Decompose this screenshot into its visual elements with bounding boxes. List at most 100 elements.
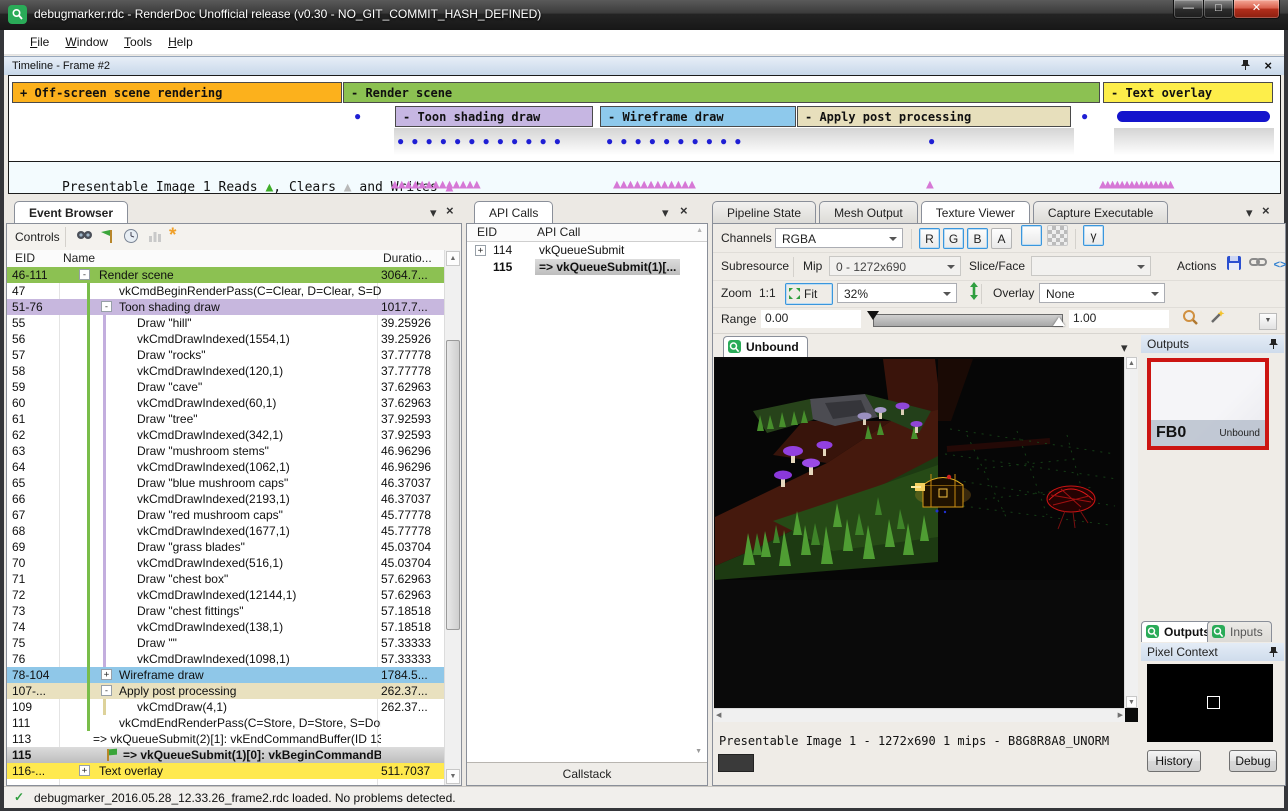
- callstack-label[interactable]: Callstack: [467, 762, 707, 785]
- zoom-range-icon[interactable]: [1179, 309, 1201, 330]
- panel-menu-icon[interactable]: ▾: [1246, 206, 1253, 220]
- scroll-left-icon[interactable]: ◀: [716, 711, 721, 719]
- channel-toggle-button[interactable]: A: [991, 228, 1012, 249]
- menu-item[interactable]: Tools: [116, 34, 160, 50]
- colorwheel-button[interactable]: [1021, 225, 1042, 246]
- timeline-bar-render-scene[interactable]: - Render scene: [343, 82, 1100, 103]
- preview-menu-icon[interactable]: ▾: [1121, 341, 1128, 355]
- zoom-value-dropdown[interactable]: 32%: [837, 283, 957, 303]
- api-call-row[interactable]: + 114 vkQueueSubmit: [467, 242, 707, 259]
- api-calls-column-header[interactable]: EID API Call ▲: [467, 224, 707, 242]
- gamma-button[interactable]: γ: [1083, 225, 1104, 246]
- panel-tab[interactable]: Capture Executable: [1033, 201, 1168, 224]
- event-row[interactable]: 74 vkCmdDrawIndexed(138,1) 57.18518: [7, 619, 445, 635]
- range-max-input[interactable]: 1.00: [1069, 310, 1169, 328]
- close-panel-icon[interactable]: ×: [1264, 58, 1272, 73]
- scroll-up-icon[interactable]: ▲: [696, 227, 703, 234]
- event-row[interactable]: 69 Draw "grass blades" 45.03704: [7, 539, 445, 555]
- event-row[interactable]: 64 vkCmdDrawIndexed(1062,1) 46.96296: [7, 459, 445, 475]
- panel-tab[interactable]: Mesh Output: [819, 201, 918, 224]
- event-row[interactable]: 47 vkCmdBeginRenderPass(C=Clear, D=Clear…: [7, 283, 445, 299]
- event-row[interactable]: 75 Draw "" 57.33333: [7, 635, 445, 651]
- scroll-up-icon[interactable]: ▲: [1126, 357, 1137, 369]
- jump-to-event-flag-icon[interactable]: [99, 228, 115, 247]
- event-row[interactable]: 61 Draw "tree" 37.92593: [7, 411, 445, 427]
- fit-button[interactable]: Fit: [785, 283, 833, 305]
- expand-toggle-icon[interactable]: +: [475, 245, 486, 256]
- scroll-down-icon[interactable]: ▼: [695, 748, 702, 755]
- alpha-checker-button[interactable]: [1047, 225, 1068, 246]
- event-row[interactable]: 107-... - Apply post processing 262.37..…: [7, 683, 445, 699]
- sliceface-dropdown[interactable]: [1031, 256, 1151, 276]
- minimize-button[interactable]: —: [1173, 0, 1204, 19]
- zoom-1to1-button[interactable]: 1:1: [759, 286, 776, 300]
- timeline-bar-wireframe[interactable]: - Wireframe draw: [600, 106, 796, 127]
- panel-close-icon[interactable]: ×: [1262, 204, 1270, 218]
- event-row[interactable]: 55 Draw "hill" 39.25926: [7, 315, 445, 331]
- event-row[interactable]: 71 Draw "chest box" 57.62963: [7, 571, 445, 587]
- tab-inputs[interactable]: Inputs: [1207, 621, 1272, 642]
- mip-dropdown[interactable]: 0 - 1272x690: [829, 256, 961, 276]
- event-row[interactable]: 59 Draw "cave" 37.62963: [7, 379, 445, 395]
- menu-item[interactable]: Window: [57, 34, 116, 50]
- event-row[interactable]: 60 vkCmdDrawIndexed(60,1) 37.62963: [7, 395, 445, 411]
- history-button[interactable]: History: [1147, 750, 1201, 772]
- channels-dropdown[interactable]: RGBA: [775, 228, 903, 248]
- pin-icon[interactable]: [1269, 646, 1278, 661]
- fb0-thumbnail[interactable]: FB0 Unbound: [1147, 358, 1269, 450]
- pixel-context-view[interactable]: [1147, 664, 1273, 742]
- event-row[interactable]: 111 vkCmdEndRenderPass(C=Store, D=Store,…: [7, 715, 445, 731]
- event-row[interactable]: 113 => vkQueueSubmit(2)[1]: vkEndCommand…: [7, 731, 445, 747]
- save-icon[interactable]: [1223, 255, 1245, 276]
- scroll-right-icon[interactable]: ▶: [1118, 711, 1123, 719]
- range-slider[interactable]: [873, 314, 1063, 327]
- find-icon[interactable]: [75, 228, 93, 247]
- range-black-point-handle[interactable]: [867, 311, 879, 320]
- autofit-wand-icon[interactable]: [1205, 309, 1227, 330]
- tab-api-calls[interactable]: API Calls: [474, 201, 553, 224]
- link-icon[interactable]: [1247, 255, 1269, 276]
- bookmark-star-icon[interactable]: *: [169, 225, 176, 247]
- overlay-dropdown[interactable]: None: [1039, 283, 1165, 303]
- event-row[interactable]: 46-111 - Render scene 3064.7...: [7, 267, 445, 283]
- panel-tab[interactable]: Pipeline State: [712, 201, 816, 224]
- event-row[interactable]: 66 vkCmdDrawIndexed(2193,1) 46.37037: [7, 491, 445, 507]
- event-row[interactable]: 70 vkCmdDrawIndexed(516,1) 45.03704: [7, 555, 445, 571]
- viewer-vscrollbar[interactable]: ▲ ▼: [1124, 357, 1138, 708]
- channel-toggle-button[interactable]: B: [967, 228, 988, 249]
- event-row[interactable]: 115 => vkQueueSubmit(1)[0]: vkBeginComma…: [7, 747, 445, 763]
- channel-toggle-button[interactable]: R: [919, 228, 940, 249]
- event-row[interactable]: 67 Draw "red mushroom caps" 45.77778: [7, 507, 445, 523]
- channel-toggle-button[interactable]: G: [943, 228, 964, 249]
- texture-display-area[interactable]: ▲ ▼ ◀ ▶: [714, 357, 1138, 722]
- open-code-icon[interactable]: <>: [1269, 255, 1288, 276]
- close-button[interactable]: ✕: [1233, 0, 1280, 19]
- controls-label[interactable]: Controls: [15, 230, 60, 244]
- event-browser-scrollbar[interactable]: ▲ ▼: [444, 250, 461, 785]
- event-browser-column-header[interactable]: EID Name Duratio...: [7, 250, 445, 268]
- panel-menu-icon[interactable]: ▾: [662, 206, 669, 220]
- panel-menu-icon[interactable]: ▾: [430, 206, 437, 220]
- menu-item[interactable]: Help: [160, 34, 201, 50]
- event-row[interactable]: 109 vkCmdDraw(4,1) 262.37...: [7, 699, 445, 715]
- event-row[interactable]: 72 vkCmdDrawIndexed(12144,1) 57.62963: [7, 587, 445, 603]
- scroll-down-icon[interactable]: ▼: [446, 769, 460, 784]
- menu-item[interactable]: File: [22, 34, 57, 50]
- viewer-hscrollbar[interactable]: ◀ ▶: [714, 708, 1125, 722]
- tab-unbound-texture[interactable]: Unbound: [723, 336, 808, 357]
- event-row[interactable]: 78-104 + Wireframe draw 1784.5...: [7, 667, 445, 683]
- timeline-bar-text-overlay[interactable]: - Text overlay: [1103, 82, 1273, 103]
- scroll-up-icon[interactable]: ▲: [446, 251, 460, 266]
- timeline-bar-postproc[interactable]: - Apply post processing: [797, 106, 1071, 127]
- event-row[interactable]: 116-... + Text overlay 511.7037: [7, 763, 445, 779]
- pin-icon[interactable]: [1269, 338, 1278, 353]
- timeline-bar-toon[interactable]: - Toon shading draw: [395, 106, 593, 127]
- timing-clock-icon[interactable]: [123, 228, 139, 247]
- event-row[interactable]: 63 Draw "mushroom stems" 46.96296: [7, 443, 445, 459]
- timeline-canvas[interactable]: + Off-screen scene rendering - Render sc…: [8, 75, 1281, 162]
- scroll-down-icon[interactable]: ▼: [1126, 696, 1137, 708]
- tab-event-browser[interactable]: Event Browser: [14, 201, 128, 224]
- maximize-button[interactable]: □: [1203, 0, 1234, 19]
- event-row[interactable]: 62 vkCmdDrawIndexed(342,1) 37.92593: [7, 427, 445, 443]
- panel-tab[interactable]: Texture Viewer: [921, 201, 1030, 224]
